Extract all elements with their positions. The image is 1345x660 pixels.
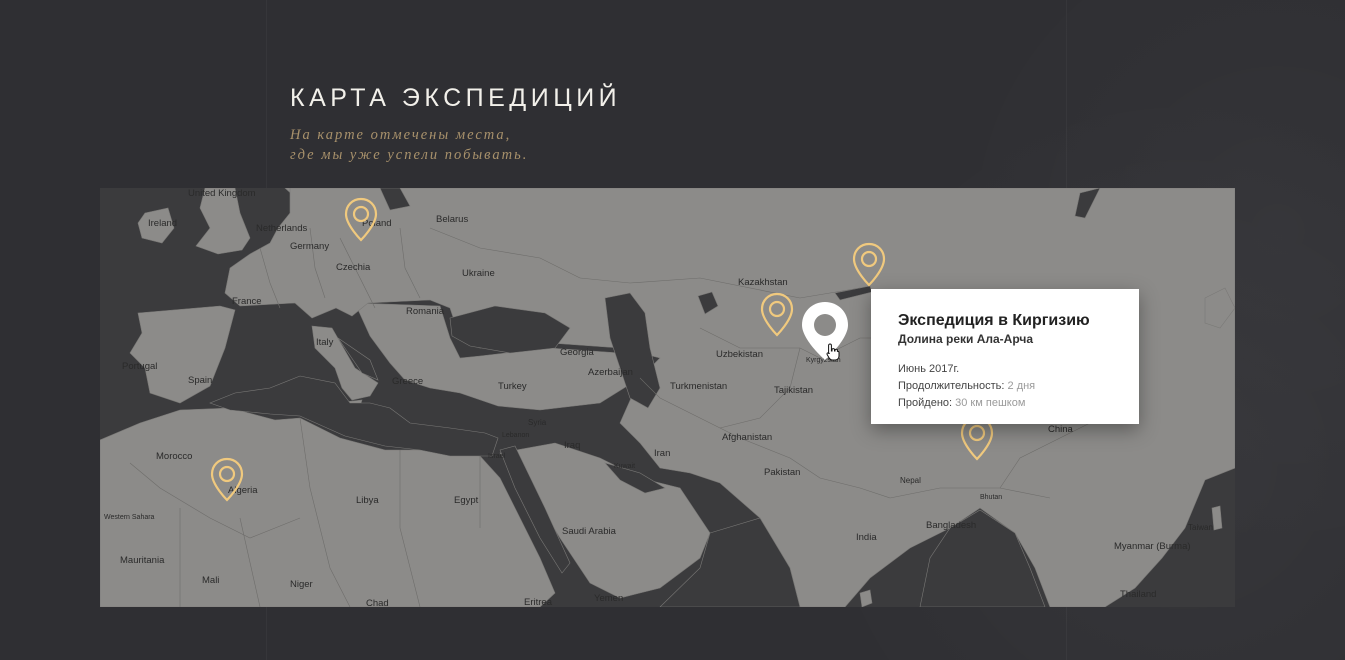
hand-cursor-icon: [826, 343, 840, 366]
map-label: Kazakhstan: [738, 277, 788, 288]
distance-value: 30 км пешком: [955, 397, 1026, 409]
map-label: Netherlands: [256, 223, 308, 234]
map-label: Turkmenistan: [670, 381, 728, 392]
map-label: Niger: [290, 579, 313, 590]
subtitle-line: На карте отмечены места,: [290, 127, 512, 143]
tooltip-date: Июнь 2017г.: [898, 363, 960, 375]
map-label: Afghanistan: [722, 432, 773, 443]
map-label: Egypt: [454, 495, 479, 506]
map-label: Tajikistan: [774, 385, 814, 396]
map-label: Mali: [202, 575, 220, 586]
map-label: Iraq: [564, 440, 581, 451]
map-label: Portugal: [122, 361, 158, 372]
map-label: Bhutan: [980, 494, 1003, 501]
section-title: КАРТА ЭКСПЕДИЦИЙ: [290, 84, 622, 112]
map-label: Mauritania: [120, 555, 165, 566]
map-label: Saudi Arabia: [562, 526, 616, 537]
map-label: Turkey: [498, 381, 527, 392]
map-label: Thailand: [1120, 589, 1157, 600]
map-label: Uzbekistan: [716, 349, 763, 360]
subtitle-line: где мы уже успели побывать.: [290, 147, 529, 163]
map-label: Ukraine: [462, 268, 495, 279]
duration-value: 2 дня: [1007, 380, 1036, 392]
map-label: Nepal: [900, 476, 921, 485]
map-label: Belarus: [436, 214, 469, 225]
duration-label: Продолжительность:: [898, 380, 1005, 392]
map-label: Kuwait: [614, 463, 636, 470]
map-label: Lebanon: [502, 432, 530, 439]
expedition-pin-algeria[interactable]: [210, 457, 244, 503]
map-label: Czechia: [336, 262, 371, 273]
map-label: Italy: [316, 337, 334, 348]
map-label: Morocco: [156, 451, 193, 462]
tooltip-distance: Пройдено: 30 км пешком: [898, 395, 1139, 412]
expedition-pin-kyrgyzstan-active[interactable]: [800, 300, 850, 362]
map-label: United Kingdom: [188, 188, 256, 199]
map-label: Georgia: [560, 347, 594, 358]
map-label: India: [856, 532, 877, 543]
map-label: Germany: [290, 241, 330, 252]
tooltip-title: Экспедиция в Киргизию: [898, 312, 1090, 329]
section-subtitle: На карте отмечены места, где мы уже успе…: [290, 125, 528, 165]
expedition-pin-kazakhstan-south[interactable]: [760, 292, 794, 338]
map-label: Pakistan: [764, 467, 801, 478]
map-label: Bangladesh: [926, 520, 977, 531]
map-label: Taiwan: [1188, 523, 1213, 532]
map-label: Romania: [406, 306, 445, 317]
map-label: Ireland: [148, 218, 178, 229]
map-label: Azerbaijan: [588, 367, 633, 378]
map-label: Yemen: [594, 593, 624, 604]
map-label: China: [1048, 424, 1073, 435]
map-label: Syria: [528, 418, 547, 427]
map-label: Eritrea: [524, 597, 552, 607]
distance-label: Пройдено:: [898, 397, 953, 409]
map-label: Greece: [392, 376, 424, 387]
map-label: Israel: [488, 453, 506, 460]
tooltip-subtitle: Долина реки Ала-Арча: [898, 332, 1033, 346]
map-label: Western Sahara: [104, 514, 155, 521]
map-label: Chad: [366, 598, 389, 607]
map-label: Myanmar (Burma): [1114, 541, 1191, 552]
map-label: Iran: [654, 448, 671, 459]
map-label: France: [232, 296, 262, 307]
expedition-pin-kazakhstan-east[interactable]: [852, 242, 886, 288]
tooltip-duration: Продолжительность: 2 дня: [898, 378, 1139, 395]
map-label: Spain: [188, 375, 213, 386]
map-label: Libya: [356, 495, 379, 506]
expedition-tooltip: Экспедиция в Киргизию Долина реки Ала-Ар…: [871, 289, 1139, 424]
expedition-pin-poland[interactable]: [344, 197, 378, 243]
